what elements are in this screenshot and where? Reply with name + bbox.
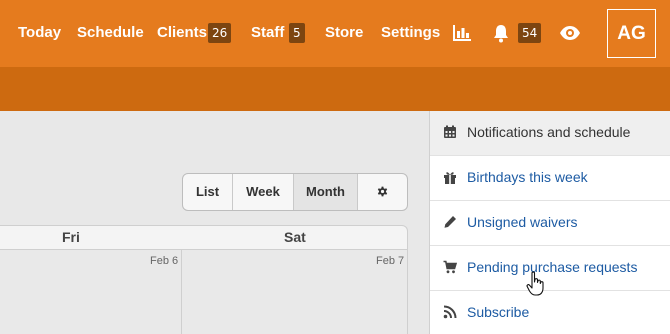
day-header-fri: Fri [62, 229, 80, 245]
menu-item-label: Notifications and schedule [467, 124, 631, 140]
menu-item-label: Subscribe [467, 304, 530, 320]
pencil-icon [444, 216, 456, 228]
calendar-grid: Fri Sat Feb 6 Feb 7 [0, 111, 429, 334]
day-header-sat: Sat [284, 229, 306, 245]
cart-icon [443, 260, 457, 274]
eye-icon[interactable] [559, 25, 581, 41]
nav-clients[interactable]: Clients [157, 24, 207, 42]
column-divider [181, 250, 182, 334]
notifications-count-badge: 54 [518, 23, 542, 43]
notifications-menu: Notifications and schedule Birthdays thi… [429, 111, 670, 334]
nav-staff[interactable]: Staff [251, 24, 284, 42]
menu-item-label: Pending purchase requests [467, 259, 638, 275]
menu-item-pending-purchases[interactable]: Pending purchase requests [430, 246, 670, 291]
hand-pointer-cursor-icon [526, 271, 544, 296]
menu-item-notifications-schedule: Notifications and schedule [430, 111, 670, 156]
menu-item-birthdays[interactable]: Birthdays this week [430, 156, 670, 201]
menu-item-subscribe[interactable]: Subscribe [430, 291, 670, 334]
clients-count-badge: 26 [208, 23, 232, 43]
nav-store[interactable]: Store [325, 24, 363, 42]
calendar-icon [444, 125, 456, 138]
reports-chart-icon[interactable] [453, 25, 471, 41]
calendar-week-row [0, 250, 408, 334]
staff-count-badge: 5 [289, 23, 305, 43]
user-avatar[interactable]: AG [607, 9, 656, 58]
menu-item-label: Birthdays this week [467, 169, 588, 185]
secondary-bar [0, 67, 670, 111]
menu-item-label: Unsigned waivers [467, 214, 578, 230]
menu-item-unsigned-waivers[interactable]: Unsigned waivers [430, 201, 670, 246]
nav-settings[interactable]: Settings [381, 24, 440, 42]
gift-icon [444, 172, 456, 184]
calendar-header-row: Fri Sat [0, 225, 408, 250]
notifications-bell-icon[interactable] [492, 24, 510, 43]
rss-icon [443, 305, 457, 319]
top-nav-bar: Today Schedule Clients 26 Staff 5 Store … [0, 0, 670, 67]
date-label-feb-7[interactable]: Feb 7 [376, 255, 404, 267]
date-label-feb-6[interactable]: Feb 6 [150, 255, 178, 267]
nav-schedule[interactable]: Schedule [77, 24, 144, 42]
nav-today[interactable]: Today [18, 24, 61, 42]
